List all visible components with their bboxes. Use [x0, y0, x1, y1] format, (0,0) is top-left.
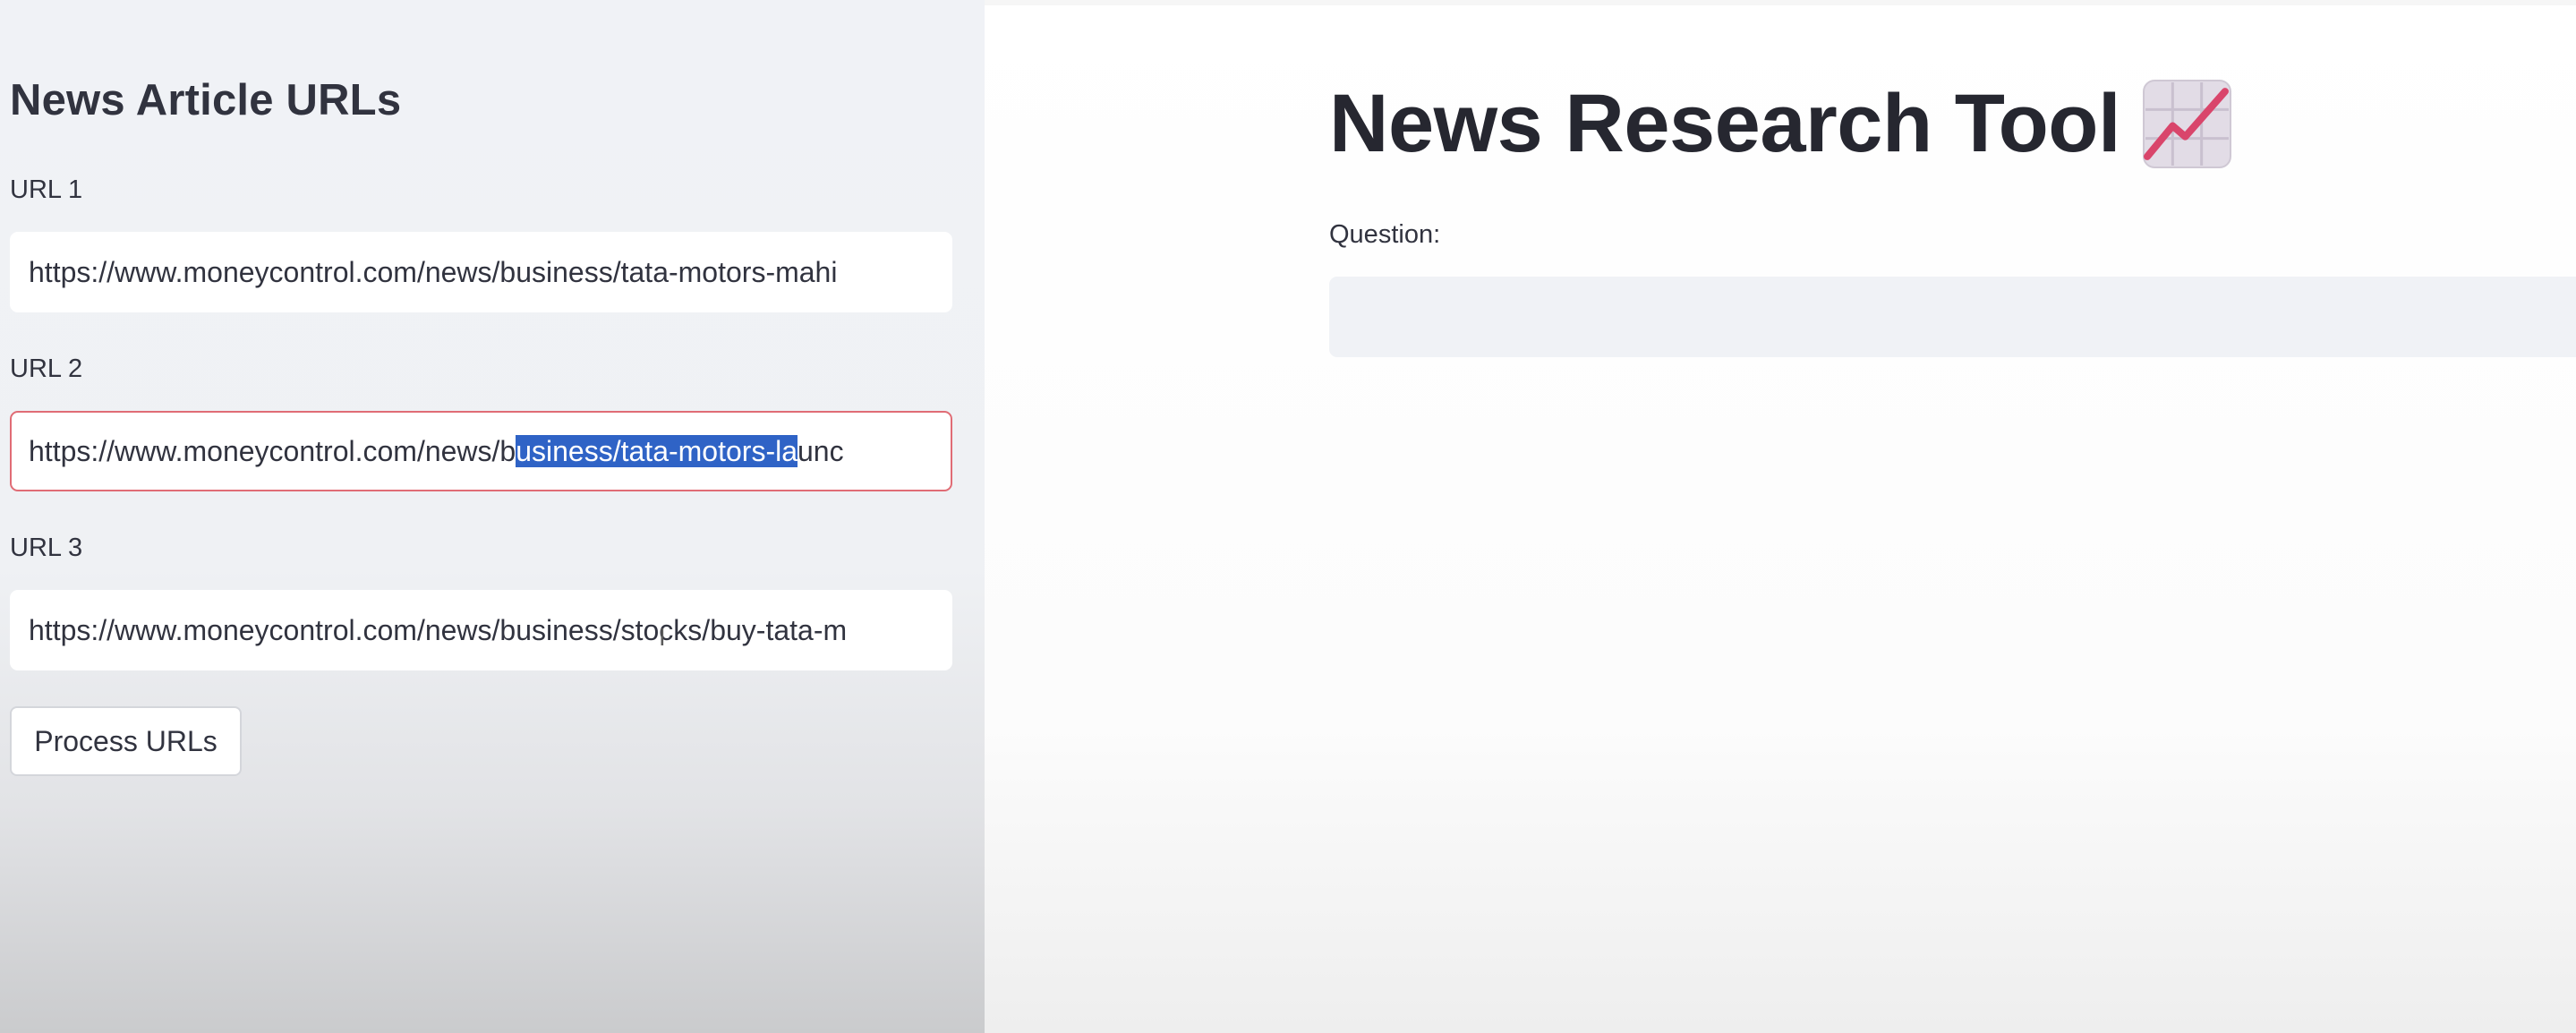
- url3-input[interactable]: https://www.moneycontrol.com/news/busine…: [10, 590, 952, 670]
- process-urls-button[interactable]: Process URLs: [10, 706, 242, 776]
- url2-label: URL 2: [10, 354, 83, 383]
- sidebar-title: News Article URLs: [10, 76, 402, 124]
- sidebar: News Article URLs URL 1 https://www.mone…: [0, 0, 985, 1033]
- question-label: Question:: [1329, 220, 1441, 249]
- url2-selected-text: usiness/tata-motors-la: [516, 435, 798, 467]
- top-divider: [985, 0, 2576, 5]
- app-window: News Article URLs URL 1 https://www.mone…: [0, 0, 2576, 1033]
- main-content: News Research Tool Question:: [985, 0, 2576, 1033]
- url2-value-after: unc: [798, 435, 844, 467]
- url1-label: URL 1: [10, 175, 83, 204]
- url3-value: https://www.moneycontrol.com/news/busine…: [29, 614, 848, 646]
- url1-input[interactable]: https://www.moneycontrol.com/news/busine…: [10, 232, 952, 312]
- url3-label: URL 3: [10, 534, 83, 562]
- page-title: News Research Tool: [1329, 78, 2121, 169]
- chart-increasing-icon: [2143, 80, 2231, 168]
- question-input[interactable]: [1329, 277, 2576, 357]
- url2-input[interactable]: https://www.moneycontrol.com/news/busine…: [10, 411, 952, 491]
- url1-value: https://www.moneycontrol.com/news/busine…: [29, 256, 838, 288]
- url2-value-before: https://www.moneycontrol.com/news/b: [29, 435, 516, 467]
